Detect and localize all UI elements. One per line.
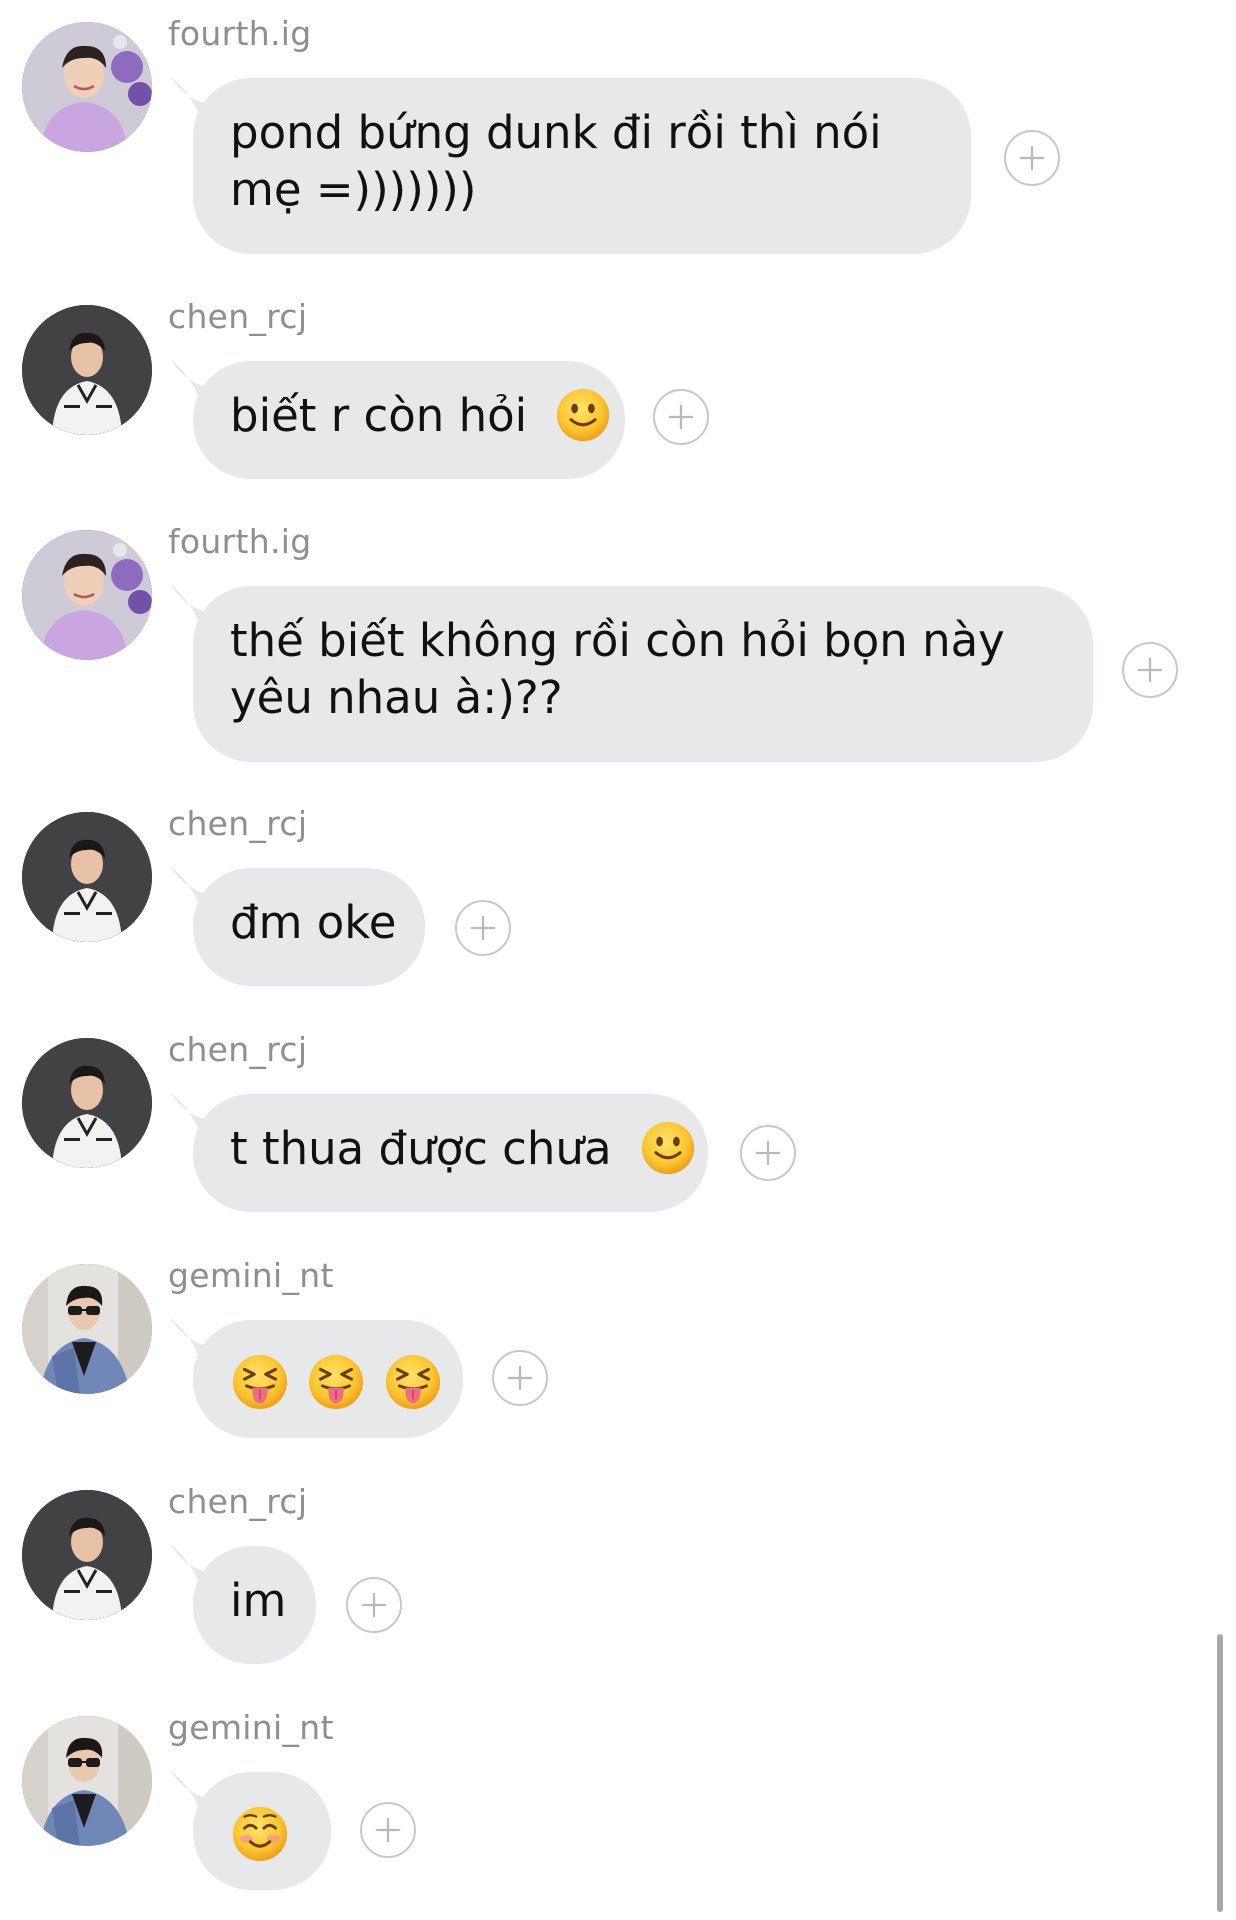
avatar[interactable] xyxy=(22,1038,152,1168)
message-bubble[interactable] xyxy=(193,1320,463,1438)
squinting-face-with-tongue-icon xyxy=(231,1353,289,1411)
message-text: biết r còn hỏi xyxy=(230,389,528,442)
message-bubble[interactable]: t thua được chưa xyxy=(193,1094,708,1212)
message-bubble[interactable] xyxy=(193,1772,331,1890)
avatar[interactable] xyxy=(22,305,152,435)
chat-thread: fourth.ig pond bứng dunk đi rồi thì nói … xyxy=(0,0,1236,1920)
add-reaction-icon[interactable] xyxy=(346,1577,402,1633)
avatar[interactable] xyxy=(22,1716,152,1846)
message-username[interactable]: chen_rcj xyxy=(168,1482,307,1521)
message-bubble[interactable]: im xyxy=(193,1546,316,1664)
message-bubble[interactable]: đm oke xyxy=(193,868,425,986)
message-text: pond bứng dunk đi rồi thì nói mẹ =))))))… xyxy=(230,106,882,216)
add-reaction-icon[interactable] xyxy=(740,1125,796,1181)
message-username[interactable]: fourth.ig xyxy=(168,14,311,53)
scrollbar[interactable] xyxy=(1217,1634,1223,1912)
message-username[interactable]: gemini_nt xyxy=(168,1708,334,1747)
message-username[interactable]: chen_rcj xyxy=(168,297,307,336)
avatar[interactable] xyxy=(22,1264,152,1394)
avatar[interactable] xyxy=(22,1490,152,1620)
add-reaction-icon[interactable] xyxy=(455,900,511,956)
slightly-smiling-face-icon xyxy=(555,387,611,443)
message-text: t thua được chưa xyxy=(230,1122,612,1175)
message-username[interactable]: fourth.ig xyxy=(168,522,311,561)
message-text: thế biết không rồi còn hỏi bọn này yêu n… xyxy=(230,614,1005,724)
slightly-smiling-face-icon xyxy=(640,1120,696,1176)
avatar[interactable] xyxy=(22,22,152,152)
message-bubble[interactable]: pond bứng dunk đi rồi thì nói mẹ =))))))… xyxy=(193,78,971,254)
message-bubble[interactable]: biết r còn hỏi xyxy=(193,361,625,479)
avatar[interactable] xyxy=(22,530,152,660)
message-username[interactable]: gemini_nt xyxy=(168,1256,334,1295)
squinting-face-with-tongue-icon xyxy=(384,1353,442,1411)
avatar[interactable] xyxy=(22,812,152,942)
add-reaction-icon[interactable] xyxy=(1004,130,1060,186)
message-username[interactable]: chen_rcj xyxy=(168,804,307,843)
message-bubble[interactable]: thế biết không rồi còn hỏi bọn này yêu n… xyxy=(193,586,1093,762)
message-text: đm oke xyxy=(230,896,397,949)
add-reaction-icon[interactable] xyxy=(1122,642,1178,698)
smiling-face-icon xyxy=(231,1805,289,1863)
message-username[interactable]: chen_rcj xyxy=(168,1030,307,1069)
add-reaction-icon[interactable] xyxy=(492,1350,548,1406)
add-reaction-icon[interactable] xyxy=(360,1802,416,1858)
add-reaction-icon[interactable] xyxy=(653,389,709,445)
message-text: im xyxy=(230,1574,287,1627)
squinting-face-with-tongue-icon xyxy=(307,1353,365,1411)
